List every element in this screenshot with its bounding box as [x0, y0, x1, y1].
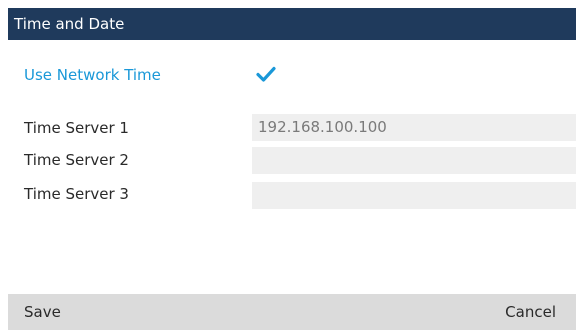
time-server-3-field[interactable]: [252, 182, 576, 209]
time-server-2-label: Time Server 2: [24, 151, 129, 169]
time-server-3-row: Time Server 3: [8, 181, 576, 209]
use-network-time-row[interactable]: Use Network Time: [8, 64, 576, 88]
time-server-1-field[interactable]: 192.168.100.100: [252, 114, 576, 141]
time-server-2-field[interactable]: [252, 147, 576, 174]
time-server-3-label: Time Server 3: [24, 185, 129, 203]
use-network-time-label: Use Network Time: [24, 66, 161, 84]
cancel-button[interactable]: Cancel: [485, 294, 556, 330]
time-server-1-row: Time Server 1 192.168.100.100: [8, 114, 576, 141]
save-button[interactable]: Save: [8, 294, 71, 330]
phone-screen: Time and Date Use Network Time Time Serv…: [8, 8, 576, 330]
screen-title-bar: Time and Date: [8, 8, 576, 40]
time-server-2-row: Time Server 2: [8, 147, 576, 174]
time-server-1-label: Time Server 1: [24, 119, 129, 137]
checkmark-icon: [256, 66, 276, 82]
softkey-bar: Save Cancel: [8, 294, 576, 330]
screen-title: Time and Date: [14, 15, 125, 33]
use-network-time-checkbox[interactable]: [256, 64, 276, 84]
